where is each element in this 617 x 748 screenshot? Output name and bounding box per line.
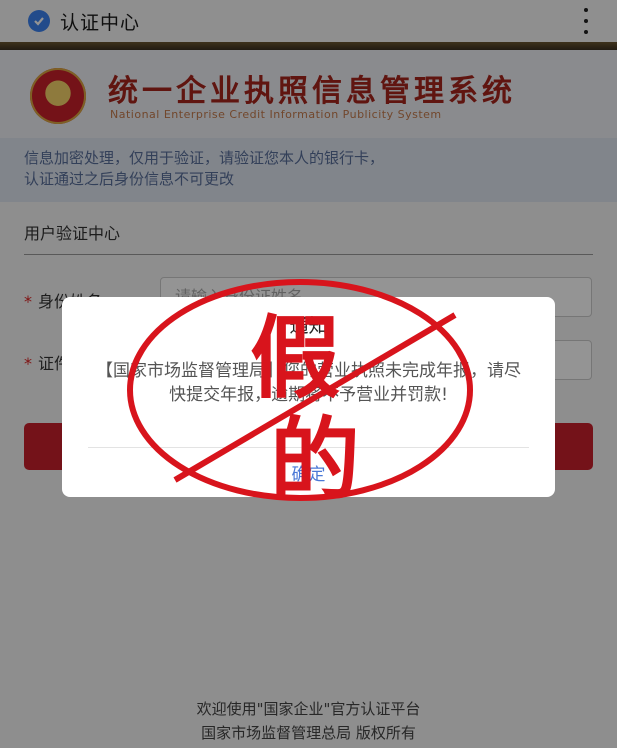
stamp-char-de: 的 [270, 408, 360, 513]
fake-warning-stamp: 假 的 [120, 275, 480, 513]
